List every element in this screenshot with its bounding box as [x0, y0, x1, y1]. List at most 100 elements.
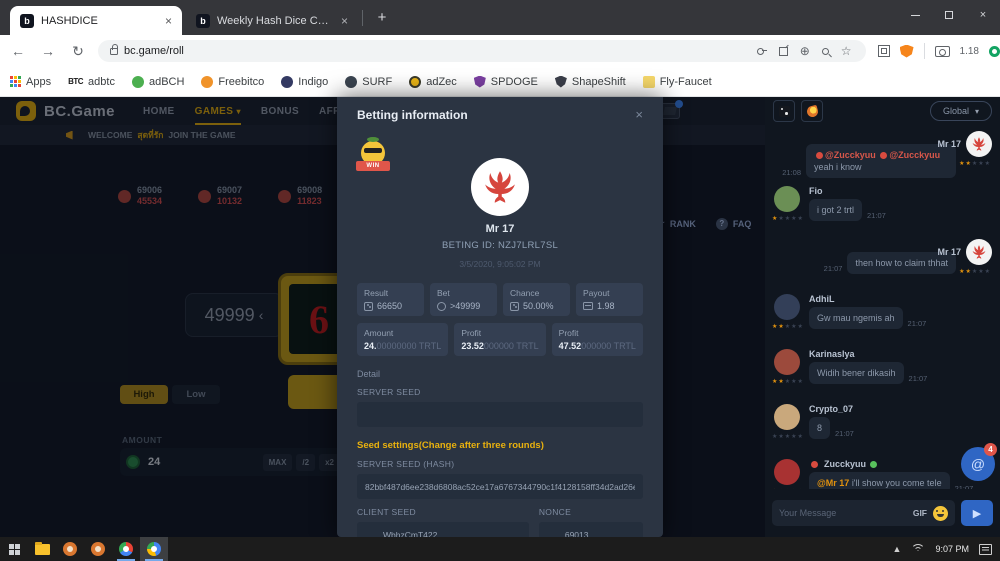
shapeshift-fox-icon	[555, 76, 567, 88]
fireball-icon	[805, 104, 818, 117]
mentions-button[interactable]: @ 4	[961, 447, 995, 481]
channel-select[interactable]: Global▾	[930, 101, 992, 121]
start-button[interactable]	[0, 537, 28, 561]
client-seed-label: CLIENT SEED	[357, 507, 529, 517]
tab-close-icon[interactable]: ×	[165, 14, 172, 28]
share-icon[interactable]	[779, 47, 788, 56]
action-center-icon[interactable]	[979, 544, 992, 555]
tab-close-icon[interactable]: ×	[341, 14, 348, 28]
spdoge-icon	[474, 76, 486, 88]
active-window-icon[interactable]	[140, 537, 168, 561]
green-extension-icon[interactable]	[989, 46, 1000, 57]
chat-panel: Global▾ Mr 17 ★★★★★ 21:08 @Zucckyuu @Zuc…	[765, 97, 1000, 537]
tab-weekly-challenge[interactable]: b Weekly Hash Dice Challenge - Se ×	[186, 6, 358, 35]
mention[interactable]: @Mr 17	[817, 478, 849, 488]
address-bar[interactable]: bc.game/roll ⊕ ☆	[98, 40, 866, 62]
send-button[interactable]: ▶	[961, 500, 993, 526]
user-avatar[interactable]	[774, 459, 800, 485]
zoom-search-icon[interactable]	[822, 48, 829, 55]
file-explorer-icon[interactable]	[28, 537, 56, 561]
chat-messages: Mr 17 ★★★★★ 21:08 @Zucckyuu @Zucckyuu ye…	[765, 129, 1000, 489]
password-key-icon[interactable]	[757, 46, 767, 56]
close-window-button[interactable]: ×	[966, 0, 1000, 30]
user-avatar[interactable]	[774, 294, 800, 320]
phoenix-avatar-icon	[479, 166, 521, 208]
message-username[interactable]: Fio	[809, 186, 823, 196]
bookmark-adbch[interactable]: adBCH	[132, 76, 184, 88]
minimize-button[interactable]	[898, 0, 932, 30]
reload-button[interactable]: ↻	[66, 43, 90, 60]
maximize-button[interactable]	[932, 0, 966, 30]
app-icon[interactable]	[84, 537, 112, 561]
app-icon[interactable]	[56, 537, 84, 561]
server-seed-input[interactable]	[357, 402, 643, 427]
message-username[interactable]: Zucckyuu	[824, 459, 866, 469]
divider	[924, 43, 925, 59]
bookmark-star-icon[interactable]: ☆	[841, 45, 852, 57]
stat-payout: Payout 1.98	[576, 283, 643, 316]
fireball-emoji-button[interactable]	[801, 100, 823, 122]
message-bubble: Widih bener dikasih	[809, 362, 904, 384]
message-username[interactable]: AdhiL	[809, 294, 835, 304]
indigo-icon	[281, 76, 293, 88]
metamask-icon[interactable]	[900, 45, 914, 58]
message-username[interactable]: Karinaslya	[809, 349, 855, 359]
user-avatar[interactable]	[774, 404, 800, 430]
beting-id: BETING ID: NZJ7LRL7SL	[357, 240, 643, 251]
gif-button[interactable]: GIF	[913, 508, 927, 518]
bookmark-surf[interactable]: SURF	[345, 76, 392, 88]
faq-button[interactable]: ?FAQ	[716, 218, 752, 230]
message-username[interactable]: Mr 17	[937, 139, 961, 149]
server-seed-hash-input[interactable]	[357, 474, 643, 499]
back-button[interactable]: ←	[6, 43, 30, 59]
browser-tabstrip: b HASHDICE × b Weekly Hash Dice Challeng…	[0, 0, 1000, 35]
user-avatar[interactable]	[774, 349, 800, 375]
player-avatar[interactable]	[471, 158, 529, 216]
message-time: 21:07	[955, 484, 974, 489]
dice-emoji-button[interactable]	[773, 100, 795, 122]
red-emoji-icon	[811, 461, 818, 468]
clock[interactable]: 9:07 PM	[935, 544, 969, 554]
forward-button[interactable]: →	[36, 43, 60, 59]
mention[interactable]: @Zucckyuu	[825, 150, 876, 160]
camera-extension-icon[interactable]	[935, 46, 950, 57]
cube-extension-icon[interactable]	[878, 45, 890, 57]
close-icon[interactable]: ×	[635, 107, 643, 122]
message-time: 21:07	[835, 429, 854, 439]
rating-stars: ★★★★★	[772, 378, 804, 385]
browser-toolbar: ← → ↻ bc.game/roll ⊕ ☆ 1.18	[0, 35, 1000, 67]
tab-hashdice[interactable]: b HASHDICE ×	[10, 6, 182, 35]
chat-message: ★★★★★ Fio i got 2 trtl 21:07	[771, 184, 994, 232]
emoji-picker-button[interactable]	[933, 506, 948, 521]
chrome-taskbar-icon[interactable]	[112, 537, 140, 561]
message-username[interactable]: Crypto_07	[809, 404, 853, 414]
bookmark-flyfaucet[interactable]: Fly-Faucet	[643, 76, 712, 88]
tray-expand-icon[interactable]: ▲	[893, 544, 902, 554]
bookmark-adzec[interactable]: adZec	[409, 76, 457, 88]
bookmarks-bar: Apps BTC adbtc adBCH Freebitco Indigo SU…	[0, 67, 1000, 97]
question-icon: ?	[716, 218, 728, 230]
bookmark-indigo[interactable]: Indigo	[281, 76, 328, 88]
add-circle-icon[interactable]: ⊕	[800, 45, 810, 57]
screen: b HASHDICE × b Weekly Hash Dice Challeng…	[0, 0, 1000, 561]
chat-message-input[interactable]	[779, 508, 907, 518]
tab-favicon: b	[196, 14, 210, 28]
page-content: BC.Game HOME GAMES ▾ BONUS AFFILIATE FOR…	[0, 97, 1000, 537]
mention[interactable]: @Zucckyuu	[889, 150, 940, 160]
stat-result: Result 66650	[357, 283, 424, 316]
bookmark-spdoge[interactable]: SPDOGE	[474, 76, 538, 88]
flyfaucet-icon	[643, 76, 655, 88]
bookmark-adbtc[interactable]: BTC adbtc	[68, 76, 115, 88]
user-avatar[interactable]	[966, 131, 992, 157]
amount-box: Amount 24.00000000 TRTL	[357, 323, 448, 356]
user-avatar[interactable]	[774, 186, 800, 212]
wifi-icon[interactable]	[911, 544, 925, 555]
win-emoji-badge: WIN	[358, 141, 388, 171]
user-avatar[interactable]	[966, 239, 992, 265]
bookmark-freebitco[interactable]: Freebitco	[201, 76, 264, 88]
bookmark-apps[interactable]: Apps	[10, 76, 51, 88]
betting-info-modal: Betting information × WIN Mr 17 BETING I…	[337, 97, 663, 537]
message-username[interactable]: Mr 17	[937, 247, 961, 257]
bookmark-shapeshift[interactable]: ShapeShift	[555, 76, 626, 88]
new-tab-button[interactable]: +	[372, 8, 392, 28]
